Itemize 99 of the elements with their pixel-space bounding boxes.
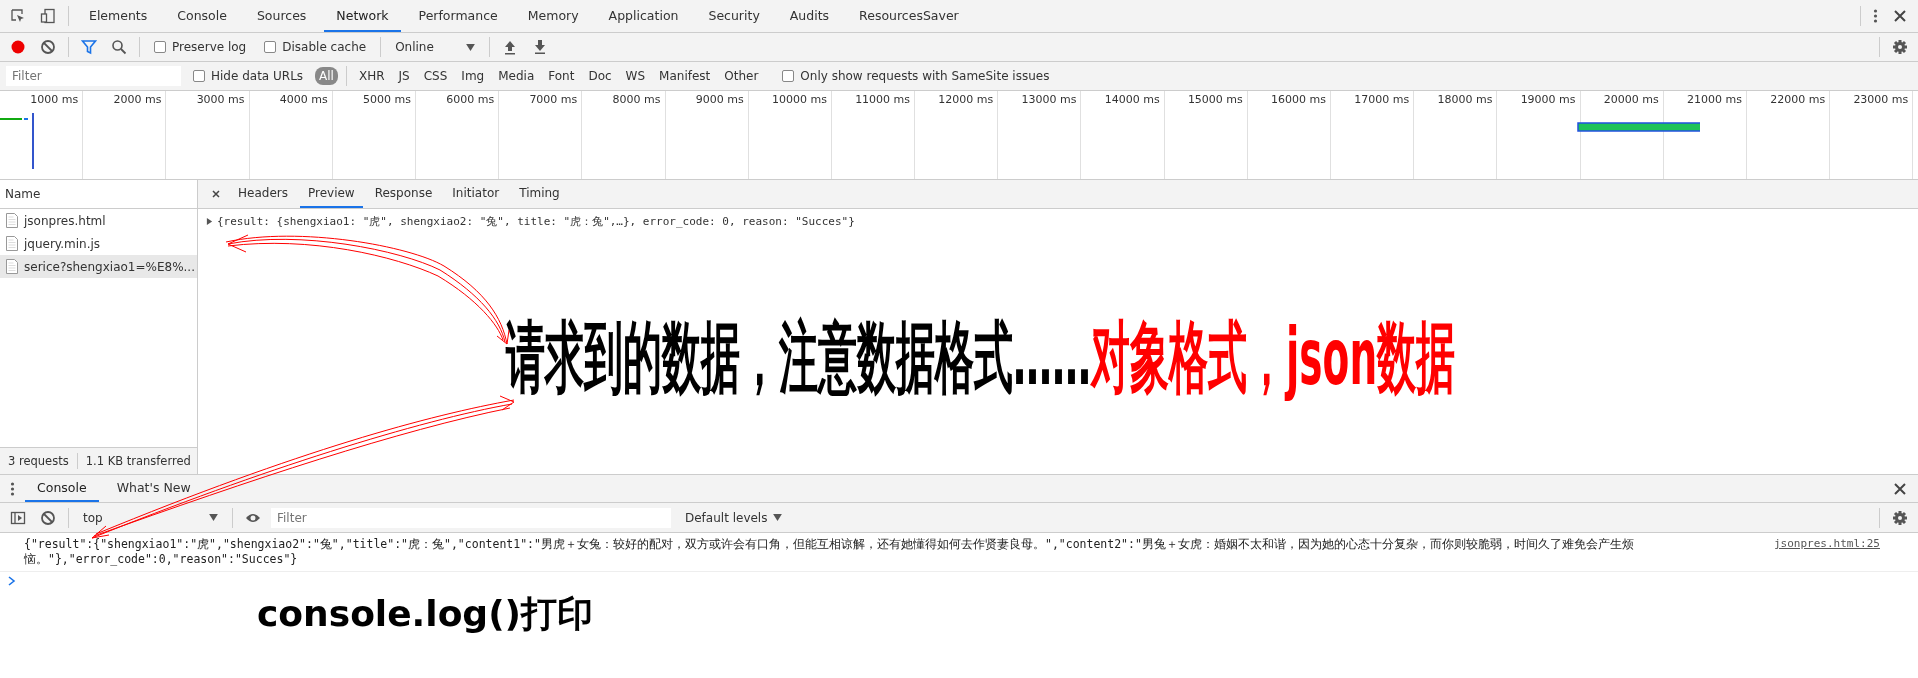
file-icon	[6, 236, 18, 251]
sidebar-toggle-icon[interactable]	[10, 509, 26, 526]
time-tick-label: 15000 ms	[1187, 93, 1243, 106]
time-tick-label: 17000 ms	[1354, 93, 1410, 106]
checkbox[interactable]	[264, 41, 277, 53]
time-tick-label: 4000 ms	[279, 93, 328, 106]
detail-tab[interactable]: Timing	[511, 180, 568, 208]
time-tick-label: 18000 ms	[1437, 93, 1493, 106]
type-filter[interactable]: Doc	[584, 67, 616, 85]
type-filter[interactable]: WS	[621, 67, 650, 85]
type-filter[interactable]: Font	[544, 67, 579, 85]
time-tick-label: 12000 ms	[938, 93, 994, 106]
type-filter[interactable]: Other	[720, 67, 763, 85]
request-name: jquery.min.js	[24, 236, 101, 251]
preview-object: {result: {shengxiao1: "虎", shengxiao2: "兔", title: "虎：兔",…}, error_code: 0, reason: "Succes"}	[217, 214, 855, 229]
console-filter-field[interactable]: Filter	[271, 507, 671, 528]
time-tick-label: 3000 ms	[196, 93, 245, 106]
checkbox[interactable]	[154, 41, 166, 53]
request-row[interactable]: jquery.min.js	[0, 232, 197, 255]
detail-tab[interactable]: Preview	[299, 180, 363, 208]
type-filter[interactable]: Manifest	[655, 67, 715, 85]
type-filter[interactable]: CSS	[419, 67, 452, 85]
time-tick-label: 7000 ms	[529, 93, 578, 106]
source-link[interactable]: jsonpres.html:25	[1774, 537, 1880, 550]
expand-triangle-icon[interactable]	[206, 218, 213, 225]
inspect-icon[interactable]	[10, 8, 26, 24]
type-filter[interactable]: JS	[394, 67, 414, 85]
time-tick-label: 11000 ms	[855, 93, 911, 106]
time-tick-label: 6000 ms	[446, 93, 495, 106]
time-tick-label: 9000 ms	[695, 93, 744, 106]
panel-tab[interactable]: Memory	[515, 0, 591, 32]
panel-tab[interactable]: Elements	[77, 0, 160, 32]
type-filter[interactable]: Img	[457, 67, 489, 85]
annotation-text: 请求到的数据，注意数据格式……	[506, 310, 1091, 404]
settings-icon[interactable]	[1892, 509, 1908, 526]
time-tick-label: 19000 ms	[1520, 93, 1576, 106]
close-icon[interactable]	[210, 188, 222, 200]
search-icon[interactable]	[111, 39, 127, 55]
detail-tab[interactable]: Initiator	[444, 180, 508, 208]
annotation-caption: console.log()打印	[257, 592, 594, 636]
detail-tab[interactable]: Headers	[230, 180, 296, 208]
log-levels-select[interactable]: Default levels	[685, 510, 783, 525]
panel-tab[interactable]: ResourcesSaver	[847, 0, 971, 32]
annotation-text: 对象格式，json数据	[1091, 310, 1456, 404]
type-filter[interactable]: Media	[494, 67, 539, 85]
prompt-chevron-icon[interactable]	[8, 576, 16, 586]
more-icon[interactable]	[1873, 8, 1878, 24]
context-select[interactable]: top	[77, 510, 224, 525]
device-icon[interactable]	[40, 8, 56, 24]
clear-icon[interactable]	[40, 39, 56, 55]
caret-icon	[209, 514, 218, 521]
request-name: serice?shengxiao1=%E8%...	[24, 259, 195, 274]
filter-field[interactable]: Filter	[6, 66, 181, 86]
filter-icon[interactable]	[81, 39, 97, 55]
request-name: jsonpres.html	[24, 213, 106, 228]
time-tick-label: 8000 ms	[612, 93, 661, 106]
time-tick-label: 20000 ms	[1603, 93, 1659, 106]
time-tick-label: 22000 ms	[1770, 93, 1826, 106]
checkbox-label: Only show requests with SameSite issues	[800, 69, 1050, 83]
time-tick-label: 13000 ms	[1021, 93, 1077, 106]
file-icon	[6, 259, 18, 274]
drawer-tab[interactable]: What's New	[104, 475, 203, 502]
panel-tab[interactable]: Application	[596, 0, 691, 32]
time-tick-label: 21000 ms	[1687, 93, 1742, 106]
checkbox-label: Preserve log	[172, 40, 247, 54]
close-icon[interactable]	[1892, 480, 1908, 497]
throttling-select[interactable]: Online	[389, 40, 482, 54]
settings-icon[interactable]	[1892, 39, 1908, 55]
panel-tab[interactable]: Performance	[406, 0, 510, 32]
time-tick-label: 5000 ms	[363, 93, 411, 106]
summary-text: 3 requests	[8, 454, 69, 468]
checkbox[interactable]	[193, 70, 205, 82]
panel-tab[interactable]: Security	[696, 0, 772, 32]
more-icon[interactable]	[10, 480, 15, 497]
checkbox-label: Disable cache	[282, 40, 367, 54]
panel-tab[interactable]: Audits	[777, 0, 842, 32]
time-tick-label: 10000 ms	[771, 93, 827, 106]
checkbox[interactable]	[782, 70, 795, 82]
time-tick-label: 16000 ms	[1271, 93, 1326, 106]
record-icon[interactable]	[10, 39, 26, 55]
caret-icon	[773, 514, 783, 521]
time-tick-label: 14000 ms	[1104, 93, 1160, 106]
request-row[interactable]: serice?shengxiao1=%E8%...	[0, 255, 197, 278]
request-row[interactable]: jsonpres.html	[0, 209, 197, 232]
detail-tab[interactable]: Response	[366, 180, 441, 208]
type-filter[interactable]: XHR	[354, 67, 389, 85]
summary-text: 1.1 KB transferred	[85, 454, 191, 468]
time-tick-label: 1000 ms	[30, 93, 79, 106]
close-icon[interactable]	[1892, 8, 1908, 24]
console-message: {"result":{"shengxiao1":"虎","shengxiao2":"兔","title":"虎：兔","content1":"男虎＋女兔：较好的配对，双方或许会有口角，但能互相谅解，还有她懂得如何去作贤妻良母。","content2":"男兔＋女虎：婚姻不太和谐，因为她的心态十分复杂，而你则较脆弱，时间久了难免会产生烦恼。"},"error_code":0,"reason":"Succes"}	[24, 537, 1635, 567]
type-filter[interactable]: All	[315, 67, 338, 85]
panel-tab[interactable]: Sources	[244, 0, 319, 32]
clear-icon[interactable]	[40, 509, 56, 526]
time-tick-label: 23000 ms	[1853, 93, 1909, 106]
panel-tab[interactable]: Console	[165, 0, 239, 32]
checkbox-label: Hide data URLs	[211, 69, 304, 83]
caret-icon	[466, 43, 476, 51]
time-tick-label: 2000 ms	[113, 93, 162, 106]
file-icon	[6, 213, 18, 228]
